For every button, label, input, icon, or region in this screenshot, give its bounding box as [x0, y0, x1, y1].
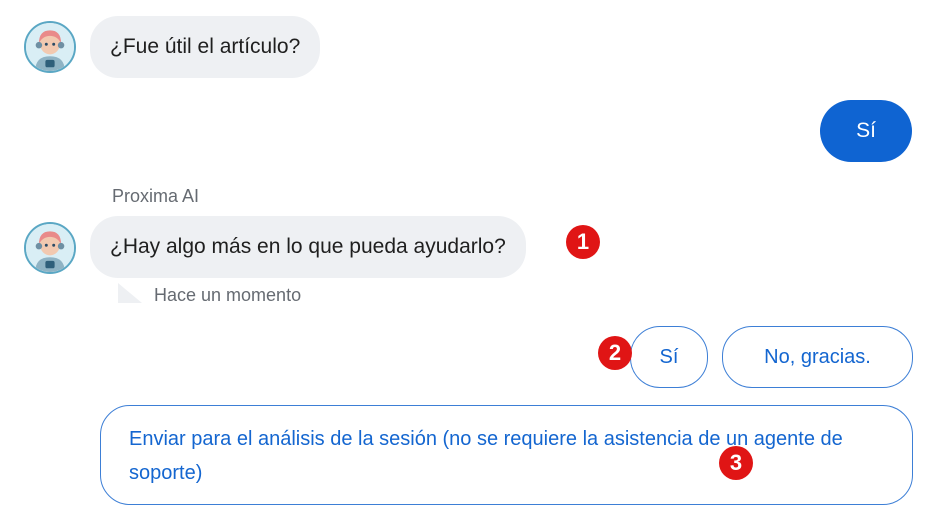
bot-message-bubble: ¿Hay algo más en lo que pueda ayudarlo?	[90, 216, 526, 278]
bot-avatar	[24, 21, 76, 73]
bubble-tail	[118, 283, 142, 303]
annotation-marker-2: 2	[598, 336, 632, 370]
message-timestamp: Hace un momento	[154, 285, 302, 305]
bot-message-text: ¿Hay algo más en lo que pueda ayudarlo?	[110, 235, 506, 258]
user-message-text: Sí	[856, 119, 876, 142]
annotation-marker-3: 3	[719, 446, 753, 480]
sender-name: Proxima AI	[112, 186, 200, 206]
user-message-bubble: Sí	[820, 100, 912, 162]
robot-avatar-icon	[26, 224, 74, 272]
quick-reply-yes-label: Sí	[659, 345, 679, 368]
bot-avatar	[24, 222, 76, 274]
quick-reply-yes-button[interactable]: Sí	[630, 326, 708, 388]
quick-reply-no-label: No, gracias.	[764, 345, 871, 368]
annotation-marker-1: 1	[566, 225, 600, 259]
quick-reply-no-button[interactable]: No, gracias.	[722, 326, 913, 388]
bot-message-text: ¿Fue útil el artículo?	[110, 35, 301, 58]
robot-avatar-icon	[26, 23, 74, 71]
bot-message-bubble: ¿Fue útil el artículo?	[90, 16, 321, 78]
send-analysis-button[interactable]: Enviar para el análisis de la sesión (no…	[100, 405, 913, 505]
